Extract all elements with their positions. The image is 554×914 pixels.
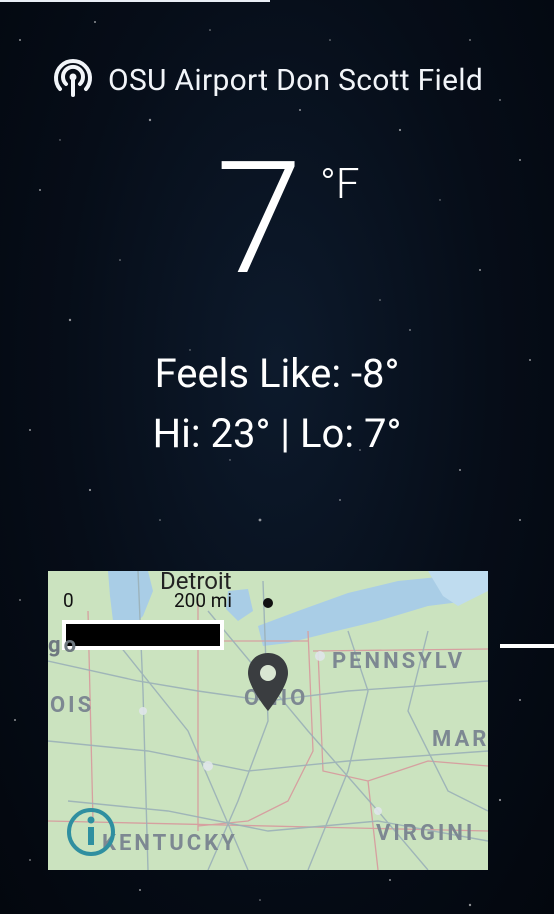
station-name: OSU Airport Don Scott Field [108,62,484,98]
side-indicator-line [500,644,554,648]
station-header: OSU Airport Don Scott Field [52,58,483,102]
weather-map[interactable]: Detroit 0 200 mi go OIS OHIO PENNSYLV MA… [48,571,488,870]
map-label-pennsylvania: PENNSYLV [332,649,465,674]
temperature-value: 7 [215,128,303,311]
current-temperature: 7 [0,142,554,298]
map-label-illinois: OIS [50,693,95,718]
broadcast-icon [52,57,94,103]
map-label-maryland: MAR [432,727,488,752]
map-label-chicago: go [48,633,79,658]
map-label-virginia: VIRGINI [376,821,476,846]
status-progress-line [0,0,270,2]
temperature-unit: °F [320,160,360,209]
info-icon[interactable] [66,807,115,856]
scale-zero-label: 0 [63,589,74,612]
scale-distance-label: 200 mi [174,589,233,612]
feels-like-text: Feels Like: -8° [154,350,400,397]
map-pin-icon[interactable] [246,651,290,715]
map-scale-bar [62,620,224,650]
map-label-kentucky: KENTUCKY [102,831,238,856]
hi-lo-text: Hi: 23° | Lo: 7° [152,410,402,457]
